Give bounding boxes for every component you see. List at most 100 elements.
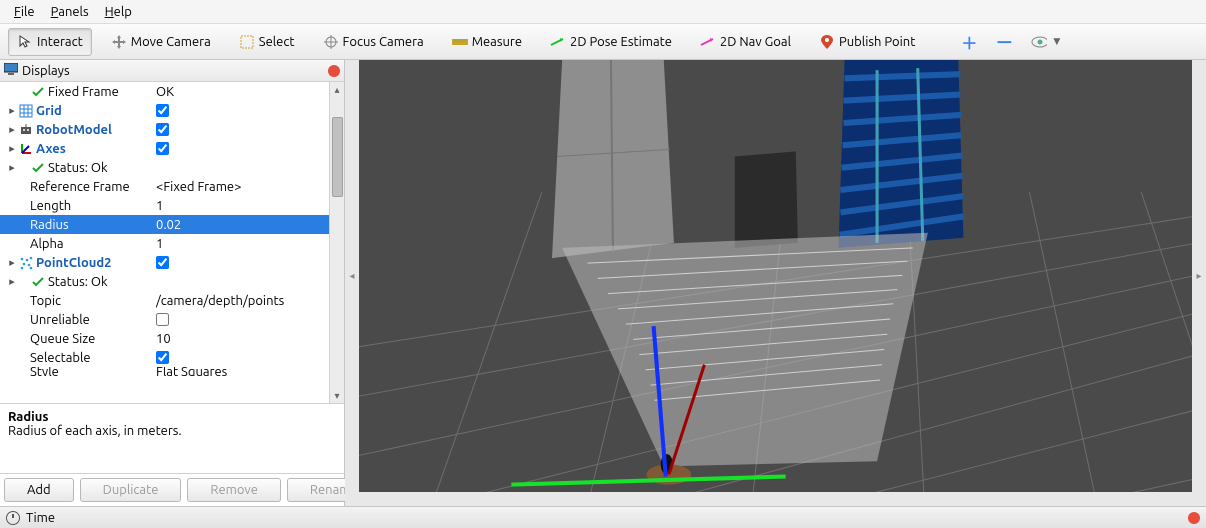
tree-value: OK	[156, 85, 329, 99]
tree-row[interactable]: StyleFlat Squares	[0, 367, 329, 376]
cursor-icon	[17, 34, 33, 50]
green-arrow-icon	[550, 34, 566, 50]
tree-value: 10	[156, 332, 329, 346]
tree-value: /camera/depth/points	[156, 294, 329, 308]
scroll-down-icon[interactable]: ▾	[330, 388, 344, 403]
add-button[interactable]: Add	[4, 478, 74, 502]
scene-render	[359, 60, 1192, 492]
pink-arrow-icon	[700, 34, 716, 50]
select-label: Select	[259, 35, 295, 49]
select-icon	[239, 34, 255, 50]
eye-icon	[1031, 34, 1047, 50]
view-menu-button[interactable]: ▼	[1022, 28, 1069, 56]
crosshair-icon	[323, 34, 339, 50]
tree-row[interactable]: Topic/camera/depth/points	[0, 291, 329, 310]
remove-button[interactable]: Remove	[187, 478, 281, 502]
move-icon	[111, 34, 127, 50]
tree-label: Reference Frame	[30, 180, 130, 194]
nav-goal-label: 2D Nav Goal	[720, 35, 791, 49]
tree-value	[156, 123, 329, 136]
tree-value: 1	[156, 199, 329, 213]
menu-help[interactable]: Help	[97, 3, 140, 21]
move-camera-button[interactable]: Move Camera	[102, 28, 220, 56]
toolbar: Interact Move Camera Select Focus Camera…	[0, 24, 1206, 60]
statusbar-close-icon[interactable]	[1188, 512, 1200, 524]
duplicate-button[interactable]: Duplicate	[80, 478, 182, 502]
tree-row[interactable]: ▸PointCloud2	[0, 253, 329, 272]
interact-label: Interact	[37, 35, 83, 49]
tree-value	[156, 351, 329, 364]
tree-row[interactable]: Radius0.02	[0, 215, 329, 234]
close-icon[interactable]	[328, 65, 340, 77]
tree-value	[156, 313, 329, 326]
publish-point-button[interactable]: Publish Point	[810, 28, 924, 56]
tree-row[interactable]: Reference Frame <Fixed Frame>	[0, 177, 329, 196]
checkbox[interactable]	[156, 123, 169, 136]
3d-viewport[interactable]	[359, 60, 1192, 492]
tree-row[interactable]: ▸Grid	[0, 101, 329, 120]
focus-camera-label: Focus Camera	[343, 35, 424, 49]
displays-panel-header[interactable]: Displays	[0, 60, 344, 82]
bottom-gutter[interactable]	[345, 492, 1206, 506]
tree-row[interactable]: Selectable	[0, 348, 329, 367]
interact-button[interactable]: Interact	[8, 28, 92, 56]
remove-tool-button[interactable]: －	[986, 28, 1022, 56]
chevron-down-icon: ▼	[1053, 36, 1060, 47]
pose-estimate-button[interactable]: 2D Pose Estimate	[541, 28, 681, 56]
select-button[interactable]: Select	[230, 28, 304, 56]
check-icon	[30, 84, 46, 100]
time-label: Time	[26, 511, 55, 525]
checkbox[interactable]	[156, 142, 169, 155]
tree-label: Fixed Frame	[48, 85, 119, 99]
tree-label: Length	[30, 199, 71, 213]
grid-icon	[18, 103, 34, 119]
checkbox[interactable]	[156, 256, 169, 269]
tree-label: RobotModel	[36, 123, 112, 137]
tree-row[interactable]: ▸Status: Ok	[0, 272, 329, 291]
tree-value	[156, 104, 329, 117]
left-gutter[interactable]: ◂	[345, 60, 359, 492]
measure-label: Measure	[472, 35, 522, 49]
tree-label: Unreliable	[30, 313, 90, 327]
check-icon	[30, 274, 46, 290]
scroll-thumb[interactable]	[332, 117, 343, 197]
robot-icon	[18, 122, 34, 138]
scroll-up-icon[interactable]: ▴	[330, 82, 344, 97]
focus-camera-button[interactable]: Focus Camera	[314, 28, 433, 56]
tree-row[interactable]: Unreliable	[0, 310, 329, 329]
checkbox[interactable]	[156, 104, 169, 117]
tree-row[interactable]: Length 1	[0, 196, 329, 215]
minus-icon: －	[995, 29, 1013, 55]
nav-goal-button[interactable]: 2D Nav Goal	[691, 28, 800, 56]
tree-row[interactable]: Fixed Frame OK	[0, 82, 329, 101]
description-box: Radius Radius of each axis, in meters.	[0, 404, 344, 474]
description-title: Radius	[8, 410, 336, 424]
tree-label: Topic	[30, 294, 61, 308]
tree-label: Status: Ok	[48, 161, 108, 175]
tree-row[interactable]: ▸Axes	[0, 139, 329, 158]
tree-row[interactable]: ▸Status: Ok	[0, 158, 329, 177]
tree-value	[156, 256, 329, 269]
tree-value: <Fixed Frame>	[156, 180, 329, 194]
tree-label: Queue Size	[30, 332, 95, 346]
tree-label: Grid	[36, 104, 62, 118]
tree-label: Axes	[36, 142, 66, 156]
points-icon	[18, 255, 34, 271]
tree-label: Radius	[30, 218, 69, 232]
menu-file[interactable]: File	[6, 3, 43, 21]
right-gutter[interactable]: ▸	[1192, 60, 1206, 492]
menu-panels[interactable]: Panels	[43, 3, 97, 21]
tree-row[interactable]: Alpha1	[0, 234, 329, 253]
add-tool-button[interactable]: ＋	[952, 28, 986, 56]
checkbox[interactable]	[156, 351, 169, 364]
displays-tree[interactable]: Fixed FrameOK▸Grid▸RobotModel▸Axes▸Statu…	[0, 82, 329, 403]
measure-button[interactable]: Measure	[443, 28, 531, 56]
checkbox[interactable]	[156, 313, 169, 326]
tree-row[interactable]: Queue Size 10	[0, 329, 329, 348]
clock-icon	[6, 511, 20, 525]
tree-label: Selectable	[30, 351, 91, 365]
description-body: Radius of each axis, in meters.	[8, 424, 336, 438]
check-icon	[30, 160, 46, 176]
tree-row[interactable]: ▸RobotModel	[0, 120, 329, 139]
scrollbar[interactable]: ▴ ▾	[329, 82, 344, 403]
